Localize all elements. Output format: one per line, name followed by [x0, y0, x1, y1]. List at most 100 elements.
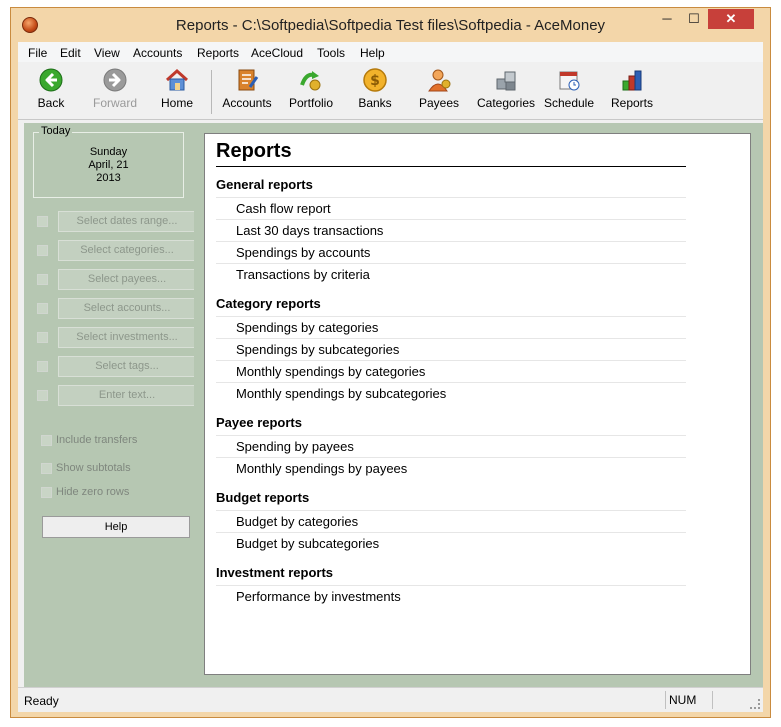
divider — [216, 197, 686, 198]
filter-investments-checkbox[interactable] — [37, 332, 48, 343]
report-link-cash-flow[interactable]: Cash flow report — [236, 201, 331, 216]
report-link-monthly-by-payees[interactable]: Monthly spendings by payees — [236, 461, 407, 476]
payees-button[interactable]: Payees — [407, 67, 471, 117]
today-date: April, 21 — [88, 159, 129, 171]
report-link-spendings-by-categories[interactable]: Spendings by categories — [236, 320, 378, 335]
reports-button[interactable]: Reports — [600, 67, 664, 117]
show-subtotals-checkbox[interactable] — [41, 463, 52, 474]
accounts-label: Accounts — [222, 96, 272, 110]
toolbar-separator — [211, 70, 212, 114]
home-icon — [165, 68, 189, 91]
minimize-button[interactable]: ─ — [654, 9, 680, 29]
payees-label: Payees — [418, 96, 460, 110]
banks-label: Banks — [358, 96, 392, 110]
maximize-button[interactable]: ☐ — [681, 9, 707, 29]
report-link-performance-by-investments[interactable]: Performance by investments — [236, 589, 401, 604]
filter-categories-checkbox[interactable] — [37, 245, 48, 256]
report-link-spendings-by-accounts[interactable]: Spendings by accounts — [236, 245, 370, 260]
menu-view[interactable]: View — [94, 46, 120, 60]
accounts-button[interactable]: Accounts — [215, 67, 279, 117]
section-title-general: General reports — [216, 177, 313, 192]
select-tags-button[interactable]: Select tags... — [58, 356, 196, 377]
filter-dates-row: Select dates range... — [34, 211, 196, 233]
report-link-transactions-by-criteria[interactable]: Transactions by criteria — [236, 267, 370, 282]
resize-grip-icon[interactable] — [750, 699, 760, 709]
today-legend: Today — [39, 125, 73, 137]
num-lock-indicator: NUM — [665, 691, 713, 709]
report-link-budget-by-categories[interactable]: Budget by categories — [236, 514, 358, 529]
report-link-monthly-by-subcategories[interactable]: Monthly spendings by subcategories — [236, 386, 446, 401]
filter-text-checkbox[interactable] — [37, 390, 48, 401]
status-bar: Ready NUM — [18, 687, 763, 712]
categories-label: Categories — [476, 96, 536, 110]
show-subtotals-label: Show subtotals — [56, 462, 131, 474]
reports-panel: Reports General reports Cash flow report… — [204, 133, 751, 675]
report-link-last-30-days[interactable]: Last 30 days transactions — [236, 223, 383, 238]
reports-bars-icon — [622, 70, 642, 91]
show-subtotals-option[interactable]: Show subtotals — [41, 461, 191, 477]
section-title-payee: Payee reports — [216, 415, 302, 430]
menu-help[interactable]: Help — [360, 46, 385, 60]
report-link-budget-by-subcategories[interactable]: Budget by subcategories — [236, 536, 379, 551]
include-transfers-option[interactable]: Include transfers — [41, 433, 191, 449]
divider — [216, 510, 686, 511]
portfolio-button[interactable]: Portfolio — [279, 67, 343, 117]
select-investments-button[interactable]: Select investments... — [58, 327, 196, 348]
accounts-book-icon — [238, 69, 259, 91]
today-year: 2013 — [96, 172, 121, 184]
menu-tools[interactable]: Tools — [317, 46, 345, 60]
forward-button[interactable]: Forward — [83, 67, 147, 117]
select-payees-button[interactable]: Select payees... — [58, 269, 196, 290]
app-window: Reports - C:\Softpedia\Softpedia Test fi… — [10, 7, 771, 718]
filter-payees-checkbox[interactable] — [37, 274, 48, 285]
hide-zero-rows-label: Hide zero rows — [56, 486, 130, 498]
portfolio-label: Portfolio — [288, 96, 334, 110]
report-link-spendings-by-subcategories[interactable]: Spendings by subcategories — [236, 342, 399, 357]
section-title-budget: Budget reports — [216, 490, 310, 505]
divider — [216, 435, 686, 436]
schedule-label: Schedule — [543, 96, 595, 110]
divider — [216, 585, 686, 586]
menu-edit[interactable]: Edit — [60, 46, 81, 60]
filter-categories-row: Select categories... — [34, 240, 196, 262]
divider — [216, 457, 686, 458]
schedule-button[interactable]: Schedule — [537, 67, 601, 117]
menu-acecloud[interactable]: AceCloud — [251, 46, 303, 60]
menu-accounts[interactable]: Accounts — [133, 46, 182, 60]
back-button[interactable]: Back — [19, 67, 83, 117]
filter-dates-checkbox[interactable] — [37, 216, 48, 227]
select-accounts-button[interactable]: Select accounts... — [58, 298, 196, 319]
help-button[interactable]: Help — [42, 516, 190, 538]
divider — [216, 316, 686, 317]
close-button[interactable]: ✕ — [708, 9, 754, 29]
filter-text-row: Enter text... — [34, 385, 196, 407]
filter-payees-row: Select payees... — [34, 269, 196, 291]
filter-tags-checkbox[interactable] — [37, 361, 48, 372]
filter-accounts-checkbox[interactable] — [37, 303, 48, 314]
select-dates-button[interactable]: Select dates range... — [58, 211, 196, 232]
hide-zero-rows-checkbox[interactable] — [41, 487, 52, 498]
svg-text:$: $ — [370, 73, 380, 89]
page-title: Reports — [216, 140, 292, 162]
home-button[interactable]: Home — [145, 67, 209, 117]
payees-person-icon — [428, 69, 451, 92]
hide-zero-rows-option[interactable]: Hide zero rows — [41, 485, 191, 501]
report-link-spending-by-payees[interactable]: Spending by payees — [236, 439, 354, 454]
select-categories-button[interactable]: Select categories... — [58, 240, 196, 261]
filter-accounts-row: Select accounts... — [34, 298, 196, 320]
categories-button[interactable]: Categories — [474, 67, 538, 117]
report-link-monthly-by-categories[interactable]: Monthly spendings by categories — [236, 364, 425, 379]
schedule-calendar-icon — [559, 71, 580, 91]
back-arrow-icon — [39, 68, 63, 92]
divider — [216, 219, 686, 220]
filter-sidebar: Today Sunday April, 21 2013 Select dates… — [24, 123, 196, 687]
title-bar[interactable]: Reports - C:\Softpedia\Softpedia Test fi… — [11, 8, 770, 41]
divider — [216, 338, 686, 339]
enter-text-button[interactable]: Enter text... — [58, 385, 196, 406]
status-text: Ready — [24, 694, 59, 708]
banks-button[interactable]: $ Banks — [343, 67, 407, 117]
forward-label: Forward — [92, 96, 137, 110]
menu-reports[interactable]: Reports — [197, 46, 239, 60]
menu-file[interactable]: File — [28, 46, 47, 60]
include-transfers-checkbox[interactable] — [41, 435, 52, 446]
